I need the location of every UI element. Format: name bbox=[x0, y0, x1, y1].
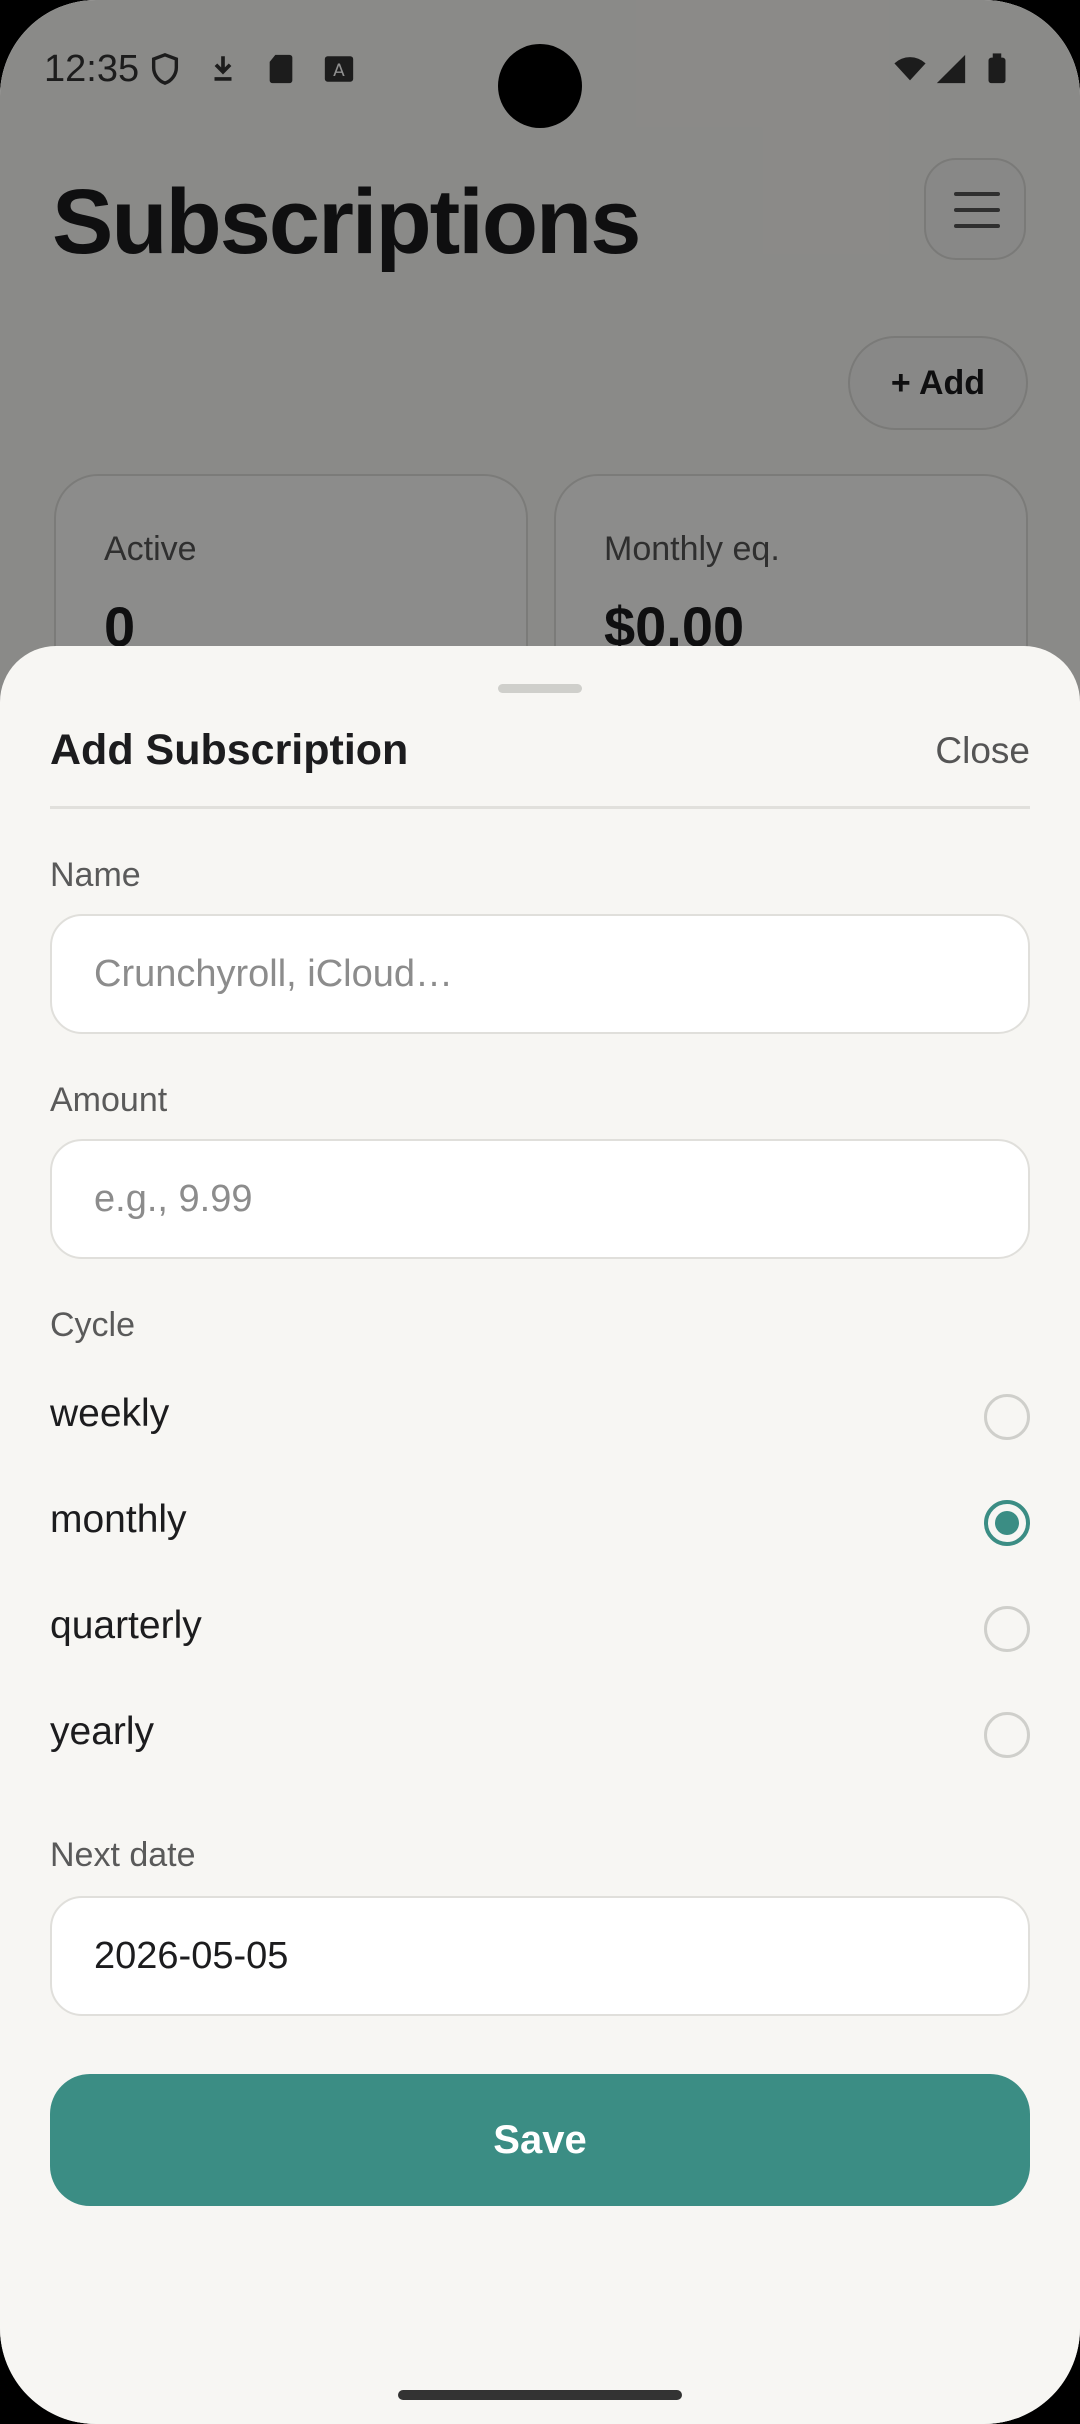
close-button[interactable]: Close bbox=[935, 730, 1030, 772]
amount-label: Amount bbox=[50, 1081, 168, 1119]
cycle-label: Cycle bbox=[50, 1306, 136, 1344]
cycle-option-label: quarterly bbox=[50, 1604, 202, 1647]
cycle-option-yearly[interactable]: yearly bbox=[50, 1690, 1030, 1780]
phone-screen: 12:35 A Subscriptions + Add Active 0 Mon… bbox=[0, 0, 1080, 2424]
cycle-option-label: monthly bbox=[50, 1498, 187, 1541]
cycle-option-quarterly[interactable]: quarterly bbox=[50, 1584, 1030, 1674]
name-label: Name bbox=[50, 856, 141, 894]
cycle-option-weekly[interactable]: weekly bbox=[50, 1372, 1030, 1462]
add-subscription-sheet: Add Subscription Close Name Amount Cycle… bbox=[0, 646, 1080, 2424]
next-date-input[interactable] bbox=[50, 1896, 1030, 2016]
divider bbox=[50, 806, 1030, 809]
save-button[interactable]: Save bbox=[50, 2074, 1030, 2206]
cycle-option-label: weekly bbox=[50, 1392, 170, 1435]
name-input[interactable] bbox=[50, 914, 1030, 1034]
amount-input[interactable] bbox=[50, 1139, 1030, 1259]
radio-button[interactable] bbox=[984, 1606, 1030, 1652]
cycle-option-label: yearly bbox=[50, 1710, 155, 1753]
next-date-label: Next date bbox=[50, 1836, 196, 1874]
radio-button[interactable] bbox=[984, 1712, 1030, 1758]
cycle-option-monthly[interactable]: monthly bbox=[50, 1478, 1030, 1568]
radio-button[interactable] bbox=[984, 1394, 1030, 1440]
sheet-title: Add Subscription bbox=[50, 726, 409, 774]
home-indicator[interactable] bbox=[398, 2390, 682, 2400]
radio-button-selected[interactable] bbox=[984, 1500, 1030, 1546]
sheet-drag-handle[interactable] bbox=[498, 684, 582, 693]
